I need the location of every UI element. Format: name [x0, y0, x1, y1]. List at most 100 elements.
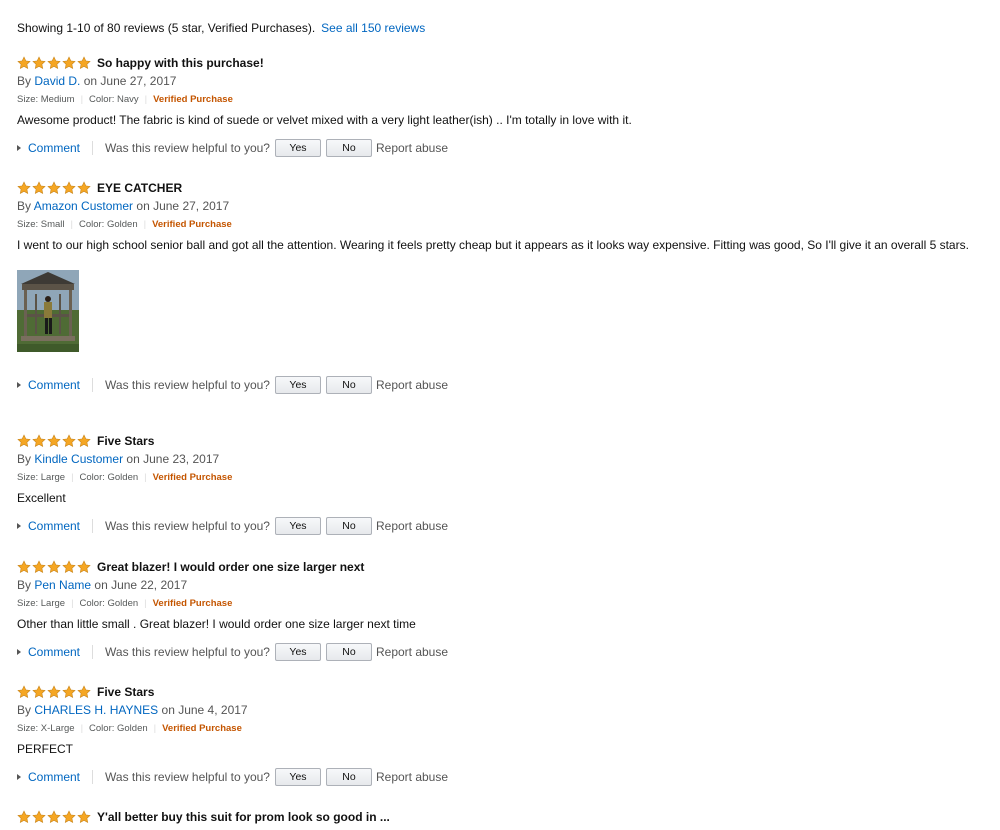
review-item: Great blazer! I would order one size lar… [17, 558, 987, 663]
comment-link[interactable]: Comment [17, 770, 80, 784]
star-icon [17, 434, 31, 447]
star-icon [47, 560, 61, 573]
verified-purchase-badge: Verified Purchase [152, 471, 233, 483]
size-label: Size: Large [17, 471, 66, 483]
divider [92, 519, 94, 533]
review-title[interactable]: Y'all better buy this suit for prom look… [97, 810, 390, 824]
verified-purchase-badge: Verified Purchase [153, 93, 233, 105]
review-author-link[interactable]: Amazon Customer [34, 199, 133, 213]
helpful-question: Was this review helpful to you? [105, 141, 270, 155]
helpful-yes-button[interactable]: Yes [274, 768, 321, 786]
helpful-no-button[interactable]: No [325, 517, 372, 535]
comment-label: Comment [28, 645, 81, 659]
review-body: Other than little small . Great blazer! … [17, 617, 416, 631]
star-icon [17, 810, 31, 823]
star-icon [62, 56, 76, 69]
by-label: By [17, 578, 32, 592]
review-date: on June 23, 2017 [126, 452, 220, 466]
review-item: So happy with this purchase! By David D.… [17, 54, 987, 159]
review-item: EYE CATCHER By Amazon Customer on June 2… [17, 179, 987, 396]
review-author-link[interactable]: Kindle Customer [34, 452, 123, 466]
helpful-no-button[interactable]: No [325, 643, 372, 661]
review-title[interactable]: So happy with this purchase! [97, 56, 264, 70]
star-icon [77, 685, 91, 698]
helpful-yes-button[interactable]: Yes [274, 376, 321, 394]
comment-link[interactable]: Comment [17, 645, 80, 659]
review-date: on June 4, 2017 [161, 703, 248, 717]
divider [92, 770, 94, 784]
report-abuse-link[interactable]: Report abuse [376, 378, 448, 392]
star-rating [17, 560, 91, 574]
star-icon [62, 685, 76, 698]
star-rating [17, 434, 91, 448]
reviews-page: Showing 1-10 of 80 reviews (5 star, Veri… [0, 0, 1000, 830]
caret-right-icon [17, 523, 21, 529]
summary-text: Showing 1-10 of 80 reviews (5 star, Veri… [17, 21, 316, 35]
by-label: By [17, 452, 32, 466]
review-author-link[interactable]: David D. [34, 74, 80, 88]
review-title[interactable]: Five Stars [97, 434, 154, 448]
size-label: Size: Small [17, 218, 65, 230]
review-date: on June 27, 2017 [83, 74, 177, 88]
review-title[interactable]: EYE CATCHER [97, 181, 182, 195]
star-rating [17, 685, 91, 699]
caret-right-icon [17, 145, 21, 151]
color-label: Color: Golden [89, 722, 148, 734]
review-body: I went to our high school senior ball an… [17, 238, 969, 252]
divider [92, 378, 94, 392]
color-label: Color: Navy [89, 93, 139, 105]
star-icon [17, 56, 31, 69]
star-icon [47, 56, 61, 69]
star-icon [17, 181, 31, 194]
caret-right-icon [17, 649, 21, 655]
report-abuse-link[interactable]: Report abuse [376, 645, 448, 659]
review-photo-thumbnail[interactable] [17, 270, 79, 352]
helpful-no-button[interactable]: No [325, 139, 372, 157]
star-rating [17, 810, 91, 824]
helpful-no-button[interactable]: No [325, 768, 372, 786]
review-item: Y'all better buy this suit for prom look… [17, 808, 987, 826]
comment-label: Comment [28, 141, 81, 155]
star-rating [17, 181, 91, 195]
star-icon [47, 181, 61, 194]
divider [92, 141, 94, 155]
star-icon [17, 685, 31, 698]
helpful-yes-button[interactable]: Yes [274, 139, 321, 157]
color-label: Color: Golden [79, 597, 139, 609]
star-icon [32, 434, 46, 447]
comment-label: Comment [28, 378, 81, 392]
star-icon [62, 181, 76, 194]
comment-link[interactable]: Comment [17, 519, 80, 533]
star-icon [47, 434, 61, 447]
review-item: Five Stars By CHARLES H. HAYNES on June … [17, 683, 987, 788]
color-label: Color: Golden [79, 471, 139, 483]
star-icon [77, 56, 91, 69]
see-all-reviews-link[interactable]: See all 150 reviews [321, 21, 425, 35]
divider [92, 645, 94, 659]
report-abuse-link[interactable]: Report abuse [376, 141, 448, 155]
helpful-yes-button[interactable]: Yes [274, 517, 321, 535]
helpful-question: Was this review helpful to you? [105, 519, 270, 533]
star-icon [77, 181, 91, 194]
review-author-link[interactable]: CHARLES H. HAYNES [34, 703, 158, 717]
comment-link[interactable]: Comment [17, 378, 80, 392]
comment-link[interactable]: Comment [17, 141, 80, 155]
comment-label: Comment [28, 770, 81, 784]
report-abuse-link[interactable]: Report abuse [376, 519, 448, 533]
verified-purchase-badge: Verified Purchase [152, 597, 233, 609]
review-item: Five Stars By Kindle Customer on June 23… [17, 432, 987, 537]
helpful-question: Was this review helpful to you? [105, 378, 270, 392]
star-icon [32, 560, 46, 573]
star-icon [62, 434, 76, 447]
review-title[interactable]: Great blazer! I would order one size lar… [97, 560, 364, 574]
size-label: Size: Medium [17, 93, 75, 105]
verified-purchase-badge: Verified Purchase [152, 218, 232, 230]
review-body: Awesome product! The fabric is kind of s… [17, 113, 632, 127]
size-label: Size: X-Large [17, 722, 75, 734]
review-title[interactable]: Five Stars [97, 685, 154, 699]
helpful-no-button[interactable]: No [325, 376, 372, 394]
helpful-yes-button[interactable]: Yes [274, 643, 321, 661]
star-icon [17, 560, 31, 573]
report-abuse-link[interactable]: Report abuse [376, 770, 448, 784]
review-author-link[interactable]: Pen Name [34, 578, 91, 592]
